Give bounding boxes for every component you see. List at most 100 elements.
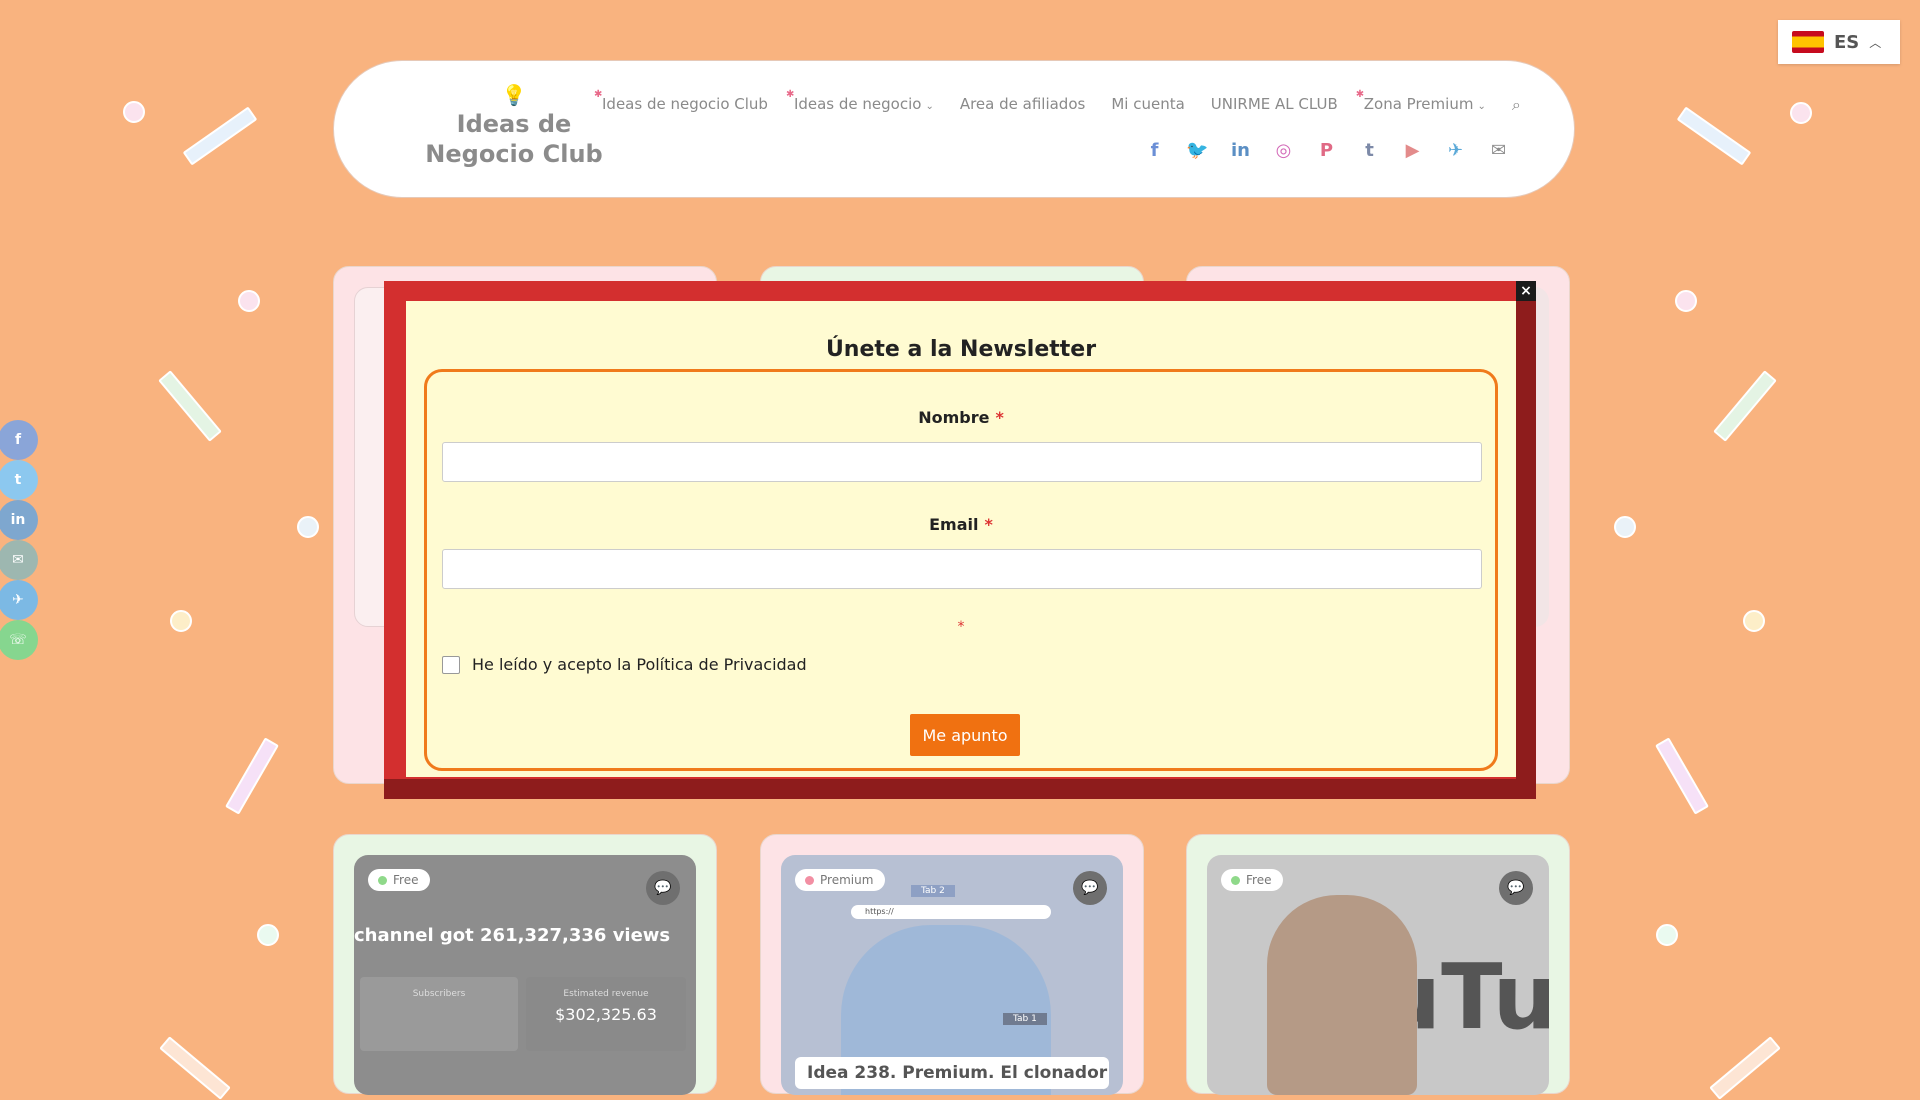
confetti-dot <box>257 924 279 946</box>
modal-title: Únete a la Newsletter <box>825 337 1097 362</box>
nav-label: Zona Premium <box>1363 95 1474 113</box>
required-mark: * <box>957 619 965 635</box>
confetti-stick <box>1713 370 1777 442</box>
close-icon[interactable]: × <box>1516 281 1536 301</box>
comment-icon[interactable]: 💬 <box>646 871 680 905</box>
stat-box: Estimated revenue $302,325.63 <box>526 977 686 1051</box>
logo-line-1: Ideas de <box>456 110 572 138</box>
confetti-dot <box>1743 610 1765 632</box>
language-code: ES <box>1834 31 1860 53</box>
required-mark: * <box>984 515 993 534</box>
nav-label: Ideas de negocio Club <box>602 95 768 113</box>
submit-button[interactable]: Me apunto <box>910 714 1020 756</box>
idea-card[interactable]: Free 💬 channel got 261,327,336 views Sub… <box>333 834 717 1095</box>
nav-item-mi-cuenta[interactable]: Mi cuenta <box>1111 95 1184 115</box>
url-text: https:// <box>865 907 894 916</box>
nav-star-icon: ✱ <box>785 89 795 100</box>
facebook-icon[interactable]: f <box>1143 139 1166 162</box>
badge-label: Premium <box>820 873 874 887</box>
telegram-icon[interactable]: ✈ <box>1444 139 1467 162</box>
card-caption: Idea 238. Premium. El clonador <box>795 1057 1109 1089</box>
privacy-consent[interactable]: He leído y acepto la Política de Privaci… <box>442 655 807 674</box>
modal-body: Únete a la Newsletter Nombre * Email * * H… <box>406 301 1516 777</box>
confetti-dot <box>1656 924 1678 946</box>
nav-item-zona-premium[interactable]: ✱ Zona Premium ⌄ <box>1356 89 1486 115</box>
stat-label: Estimated revenue <box>563 989 649 999</box>
card-image: Tab 2 https:// Tab 1 Premium 💬 Idea 238.… <box>781 855 1123 1095</box>
social-links: f 🐦 in ◎ P t ▶ ✈ ✉ <box>1143 139 1510 162</box>
page: 💡 Ideas de Negocio Club ✱ Ideas de negoc… <box>0 0 1920 1100</box>
main-nav: ✱ Ideas de negocio Club ✱ Ideas de negoc… <box>594 89 1521 115</box>
language-switcher[interactable]: ES ︿ <box>1778 20 1900 64</box>
privacy-checkbox[interactable] <box>442 655 460 674</box>
confetti-stick <box>1709 1036 1781 1100</box>
free-dot <box>378 875 387 885</box>
person-illustration <box>1267 895 1417 1095</box>
share-bar: f t in ✉ ✈ ☏ <box>0 420 38 660</box>
linkedin-icon[interactable]: in <box>0 500 38 540</box>
card-image: uTu Free 💬 <box>1207 855 1549 1095</box>
nav-item-unirme[interactable]: UNIRME AL CLUB <box>1211 95 1338 115</box>
instagram-icon[interactable]: ◎ <box>1272 139 1295 162</box>
required-mark: * <box>995 408 1004 427</box>
confetti-stick <box>182 106 258 166</box>
browser-tab: Tab 2 <box>911 885 955 897</box>
card-image: Free 💬 channel got 261,327,336 views Sub… <box>354 855 696 1095</box>
nav-star-icon: ✱ <box>594 89 603 100</box>
nav-label: Area de afiliados <box>959 95 1086 113</box>
nav-label: Ideas de negocio <box>793 95 922 113</box>
youtube-icon[interactable]: ▶ <box>1401 139 1424 162</box>
email-label-text: Email <box>929 515 979 534</box>
modal-shadow <box>384 779 1536 799</box>
twitter-icon[interactable]: 🐦 <box>1186 139 1209 162</box>
confetti-dot <box>238 290 260 312</box>
idea-card[interactable]: uTu Free 💬 <box>1186 834 1570 1095</box>
badge-label: Free <box>1246 873 1272 887</box>
nav-label: Mi cuenta <box>1111 95 1185 113</box>
browser-urlbar: https:// <box>851 905 1051 919</box>
status-badge: Premium <box>795 869 886 891</box>
comment-icon[interactable]: 💬 <box>1499 871 1533 905</box>
facebook-icon[interactable]: f <box>0 420 38 460</box>
nav-item-afiliados[interactable]: Area de afiliados <box>960 95 1086 115</box>
confetti-dot <box>1675 290 1697 312</box>
newsletter-form: Nombre * Email * * He leído y acepto la Po… <box>424 369 1498 771</box>
email-label: Email * <box>427 515 1495 534</box>
search-icon[interactable]: ⌕ <box>1512 95 1521 115</box>
confetti-dot <box>1614 516 1636 538</box>
whatsapp-icon[interactable]: ☏ <box>0 620 38 660</box>
nav-item-ideas-club[interactable]: ✱ Ideas de negocio Club <box>594 89 768 115</box>
confetti-dot <box>170 610 192 632</box>
comment-icon[interactable]: 💬 <box>1073 871 1107 905</box>
twitter-icon[interactable]: t <box>0 460 38 500</box>
badge-label: Free <box>393 873 419 887</box>
confetti-stick <box>1676 106 1752 166</box>
newsletter-modal: Únete a la Newsletter Nombre * Email * * H… <box>384 281 1536 799</box>
confetti-stick <box>159 1036 231 1100</box>
nav-label: UNIRME AL CLUB <box>1210 95 1338 113</box>
telegram-icon[interactable]: ✈ <box>0 580 38 620</box>
email-icon[interactable]: ✉ <box>1487 139 1510 162</box>
email-icon[interactable]: ✉ <box>0 540 38 580</box>
name-field[interactable] <box>442 442 1482 482</box>
site-header: 💡 Ideas de Negocio Club ✱ Ideas de negoc… <box>333 60 1575 198</box>
site-logo[interactable]: 💡 Ideas de Negocio Club <box>414 85 614 169</box>
logo-line-2: Negocio Club <box>425 140 603 168</box>
name-label-text: Nombre <box>918 408 990 427</box>
modal-shadow <box>1516 281 1536 799</box>
tumblr-icon[interactable]: t <box>1358 139 1381 162</box>
stat-label: Subscribers <box>412 989 466 999</box>
nav-star-icon: ✱ <box>1355 89 1365 100</box>
confetti-stick <box>158 370 222 442</box>
free-dot <box>1231 875 1240 885</box>
confetti-dot <box>123 101 145 123</box>
email-field[interactable] <box>442 549 1482 589</box>
image-text: channel got 261,327,336 views <box>354 925 671 946</box>
confetti-dot <box>1790 102 1812 124</box>
premium-dot <box>805 875 814 885</box>
nav-item-ideas-negocio[interactable]: ✱ Ideas de negocio ⌄ <box>786 89 934 115</box>
linkedin-icon[interactable]: in <box>1229 139 1252 162</box>
idea-card[interactable]: Tab 2 https:// Tab 1 Premium 💬 Idea 238.… <box>760 834 1144 1095</box>
privacy-label: He leído y acepto la Política de Privaci… <box>472 655 807 674</box>
pinterest-icon[interactable]: P <box>1315 139 1338 162</box>
